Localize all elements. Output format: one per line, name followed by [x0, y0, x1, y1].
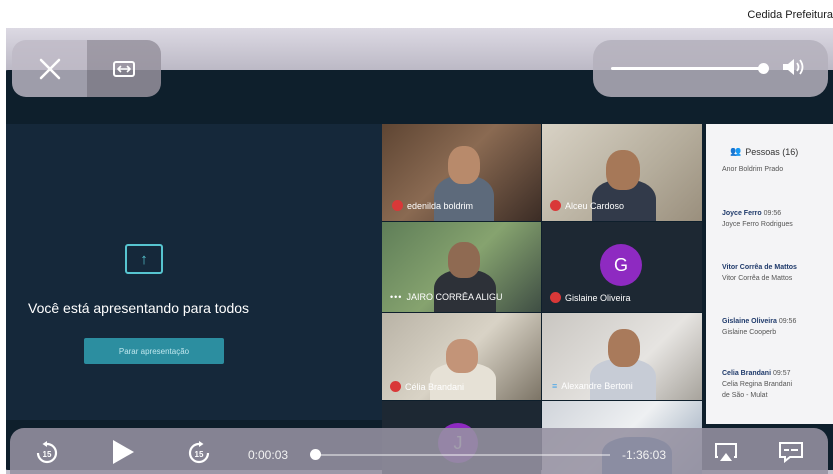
elapsed-time: 0:00:03: [248, 448, 289, 462]
skip-back-icon[interactable]: 15: [34, 440, 60, 466]
chat-message: Joyce Ferro 09:56 Joyce Ferro Rodrigues: [722, 210, 793, 228]
participant-tile: ≡ Alexandre Bertoni: [542, 313, 702, 400]
chat-message: Vitor Corrêa de Mattos Vitor Corrêa de M…: [722, 264, 797, 282]
participant-label: Célia Brandani: [390, 381, 464, 392]
participant-avatar: G: [600, 244, 642, 286]
participant-label: ••• JAIRO CORRÊA ALIGU: [390, 292, 503, 302]
more-options-icon[interactable]: •••: [390, 292, 402, 302]
subtitles-icon[interactable]: [778, 441, 804, 463]
chat-message: Anor Boldrim Prado: [722, 166, 784, 173]
speaking-icon: ≡: [552, 381, 558, 391]
speaker-icon[interactable]: [781, 56, 809, 78]
participant-tile: edenilda boldrim: [382, 124, 541, 221]
presenting-message: Você está apresentando para todos: [28, 300, 250, 316]
progress-track[interactable]: [320, 454, 610, 456]
volume-knob[interactable]: [758, 63, 769, 74]
playback-controls: 15 15 0:00:03 -1:36:03: [10, 428, 828, 474]
mic-off-icon: [550, 200, 561, 211]
aspect-ratio-button[interactable]: [87, 40, 161, 97]
stop-presenting-button[interactable]: Parar apresentação: [84, 338, 224, 364]
remaining-time: -1:36:03: [622, 448, 667, 462]
mic-off-icon: [392, 200, 403, 211]
participant-tile: Célia Brandani: [382, 313, 541, 400]
volume-control: [593, 40, 828, 97]
participant-tile: G Gislaine Oliveira: [542, 222, 702, 312]
airplay-icon[interactable]: [714, 440, 738, 464]
participant-tile: ••• JAIRO CORRÊA ALIGU: [382, 222, 541, 312]
participant-label: Gislaine Oliveira: [550, 292, 631, 303]
participant-label: Alceu Cardoso: [550, 200, 624, 211]
participant-label: edenilda boldrim: [392, 200, 473, 211]
skip-forward-icon[interactable]: 15: [186, 440, 212, 466]
image-credit: Cedida Prefeitura: [747, 9, 833, 21]
svg-text:15: 15: [195, 450, 204, 459]
people-icon: 👥: [730, 146, 742, 156]
participant-tile: Alceu Cardoso: [542, 124, 702, 221]
mic-off-icon: [550, 292, 561, 303]
mic-off-icon: [390, 381, 401, 392]
play-icon[interactable]: [110, 438, 136, 466]
progress-knob[interactable]: [310, 449, 321, 460]
close-button[interactable]: [12, 40, 87, 97]
participant-label: ≡ Alexandre Bertoni: [552, 381, 633, 391]
people-header[interactable]: 👥 Pessoas (16): [730, 146, 798, 157]
chat-message: Gislaine Oliveira 09:56 Gislaine Cooperb: [722, 318, 797, 336]
presentation-panel: [6, 124, 382, 420]
people-panel: 👥 Pessoas (16) Anor Boldrim Prado Joyce …: [706, 124, 833, 424]
close-icon: [39, 58, 60, 79]
aspect-ratio-icon: [113, 60, 135, 77]
volume-slider[interactable]: [611, 67, 761, 70]
screen-share-icon: ↑: [125, 244, 163, 274]
svg-text:15: 15: [43, 450, 52, 459]
chat-message: Celia Brandani 09:57 Celia Regina Branda…: [722, 370, 793, 399]
